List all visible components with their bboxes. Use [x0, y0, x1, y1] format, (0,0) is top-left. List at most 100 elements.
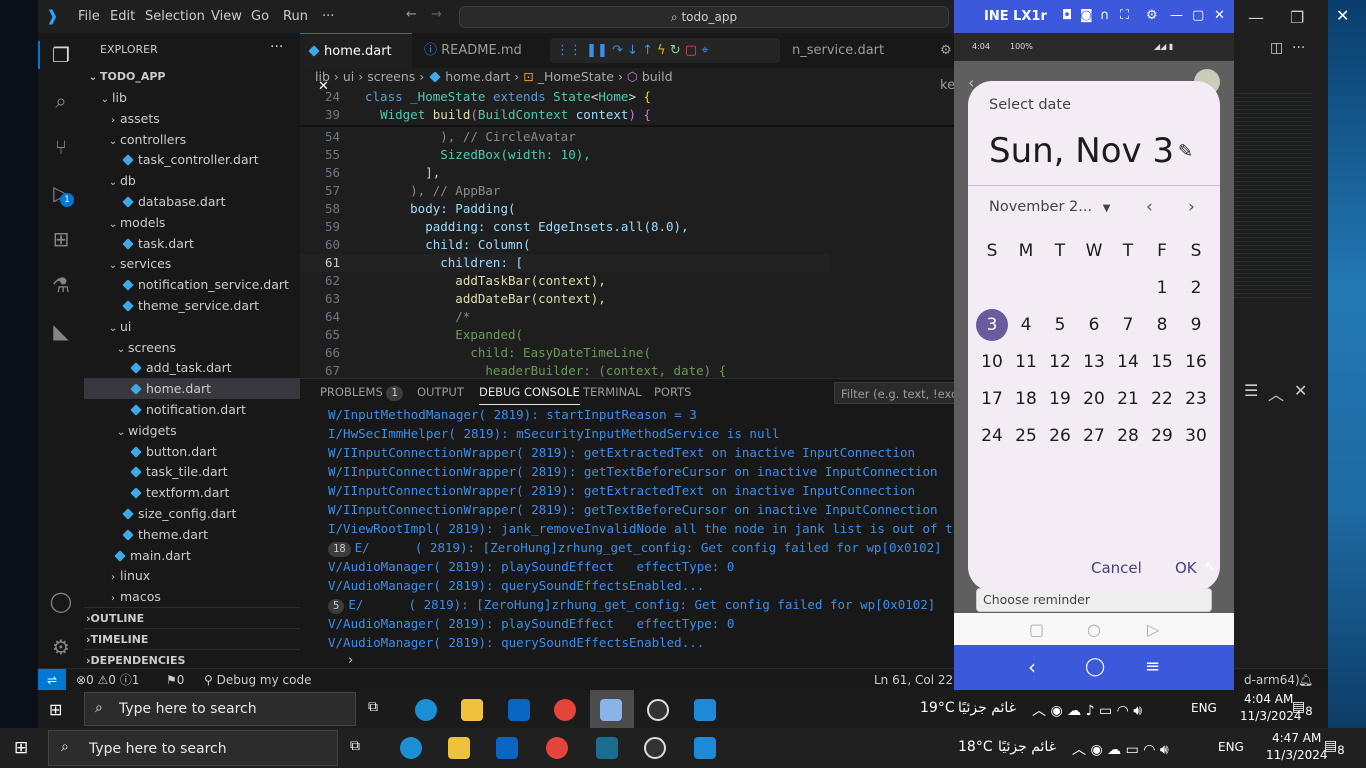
edit-pencil-icon[interactable]: ✎ — [1178, 141, 1193, 162]
clock-time[interactable]: 4:47 AM — [1272, 731, 1321, 745]
step-out-icon[interactable]: ↑ — [642, 43, 657, 58]
file-explorer-icon[interactable] — [461, 699, 483, 721]
crumb-file[interactable]: home.dart — [445, 69, 510, 84]
day-cell[interactable]: 4 — [1010, 309, 1042, 341]
menu-selection[interactable]: Selection — [145, 9, 205, 24]
ok-button[interactable]: OK — [1175, 559, 1197, 577]
window-minimize-icon[interactable]: — — [1248, 8, 1264, 27]
screenshot-icon[interactable]: ◙ — [1080, 8, 1093, 23]
crumb-lib[interactable]: lib — [315, 69, 330, 84]
folder-item[interactable]: ⌄ widgets — [84, 420, 300, 441]
camera-icon[interactable]: ◘ — [1062, 8, 1072, 23]
file-item[interactable]: task.dart — [84, 233, 300, 254]
day-cell[interactable]: 15 — [1146, 346, 1178, 378]
folder-item[interactable]: ⌄ services — [84, 253, 300, 274]
windows-start-icon[interactable]: ⊞ — [49, 700, 62, 719]
ports-status[interactable]: ⚑0 — [166, 669, 184, 690]
inner-weather[interactable]: غائم جزئيًا — [958, 700, 1016, 716]
fullscreen-icon[interactable]: ⛶ — [1120, 8, 1129, 23]
task-view-icon[interactable]: ⧉ — [368, 699, 378, 715]
emu-home-icon[interactable]: ◯ — [1085, 656, 1105, 677]
step-into-icon[interactable]: ↓ — [627, 43, 642, 58]
window-restore-icon[interactable]: ❐ — [1290, 8, 1304, 27]
file-item[interactable]: textform.dart — [84, 482, 300, 503]
day-cell[interactable]: 8 — [1146, 309, 1178, 341]
day-cell[interactable]: 2 — [1180, 272, 1212, 304]
folder-item[interactable]: ⌄ controllers — [84, 129, 300, 150]
panel-tab-ports[interactable]: PORTS — [654, 379, 691, 405]
day-cell[interactable]: 6 — [1078, 309, 1110, 341]
dependencies-section[interactable]: ›DEPENDENCIES — [84, 649, 300, 670]
windows-start-icon[interactable]: ⊞ — [14, 738, 28, 758]
edge-icon[interactable] — [400, 737, 422, 759]
recent-apps-icon[interactable]: ▢ — [1029, 620, 1044, 639]
cancel-button[interactable]: Cancel — [1091, 559, 1142, 577]
menu-file[interactable]: File — [78, 9, 100, 24]
back-arrow-icon[interactable]: ← — [406, 7, 417, 22]
outlook-icon[interactable] — [496, 737, 518, 759]
day-cell[interactable]: 24 — [976, 420, 1008, 452]
file-item[interactable]: button.dart — [84, 441, 300, 462]
day-cell[interactable]: 22 — [1146, 383, 1178, 415]
weather-text[interactable]: غائم جزئيًا — [998, 739, 1056, 755]
day-cell[interactable]: 12 — [1044, 346, 1076, 378]
settings-gear-icon[interactable]: ⚙ — [47, 633, 75, 661]
chrome-icon[interactable] — [554, 699, 576, 721]
timeline-section[interactable]: ›TIMELINE — [84, 628, 300, 649]
file-explorer-icon[interactable] — [448, 737, 470, 759]
home-circle-icon[interactable]: ○ — [1087, 620, 1101, 639]
panel-maximize-icon[interactable]: ︿ — [1268, 381, 1284, 405]
console-input-chevron-icon[interactable]: › — [348, 653, 353, 668]
day-cell[interactable]: 30 — [1180, 420, 1212, 452]
file-item[interactable]: theme_service.dart — [84, 295, 300, 316]
split-editor-icon[interactable]: ◫ — [1270, 40, 1283, 56]
explorer-root[interactable]: ⌄ TODO_APP — [84, 66, 300, 87]
day-cell[interactable]: 17 — [976, 383, 1008, 415]
folder-item[interactable]: › assets — [84, 108, 300, 129]
panel-tab-output[interactable]: OUTPUT — [417, 379, 464, 405]
vscode-icon[interactable] — [694, 737, 716, 759]
inner-notification-icon[interactable]: ▤8 — [1292, 699, 1313, 718]
inner-search-box[interactable]: ⌕ Type here to search — [84, 692, 356, 726]
folder-item[interactable]: ⌄ ui — [84, 316, 300, 337]
crumb-screens[interactable]: screens — [367, 69, 415, 84]
file-item[interactable]: notification.dart — [84, 399, 300, 420]
file-item[interactable]: main.dart — [84, 545, 300, 566]
file-item[interactable]: notification_service.dart — [84, 274, 300, 295]
editor-more-icon[interactable]: ··· — [1292, 40, 1305, 56]
problems-status[interactable]: ⊗0 ⚠0 ⓘ1 — [76, 669, 139, 690]
day-cell[interactable]: 29 — [1146, 420, 1178, 452]
maximize-icon[interactable]: ▢ — [1192, 8, 1204, 23]
drag-handle-icon[interactable]: ⋮⋮ — [556, 43, 586, 58]
panel-close-icon[interactable]: ✕ — [1294, 381, 1307, 400]
inner-temp[interactable]: 19°C — [920, 700, 955, 716]
day-cell[interactable]: 11 — [1010, 346, 1042, 378]
extensions-icon[interactable]: ⊞ — [47, 225, 75, 253]
task-view-icon[interactable]: ⧉ — [350, 738, 360, 754]
file-item[interactable]: add_task.dart — [84, 357, 300, 378]
menu-run[interactable]: Run — [283, 9, 308, 24]
tab-service[interactable]: n_service.dart — [782, 33, 894, 68]
folder-item[interactable]: ⌄ lib — [84, 87, 300, 108]
day-cell[interactable]: 26 — [1044, 420, 1076, 452]
day-cell[interactable]: 20 — [1078, 383, 1110, 415]
outlook-icon[interactable] — [508, 699, 530, 721]
menu-view[interactable]: View — [211, 9, 242, 24]
tab-readme[interactable]: ⓘ README.md — [414, 33, 532, 68]
bell-icon[interactable]: 🔔︎ — [1298, 669, 1313, 690]
day-cell[interactable]: 16 — [1180, 346, 1212, 378]
code-editor[interactable]: 24 class _HomeState extends State<Home> {… — [300, 86, 1000, 378]
day-cell[interactable]: 13 — [1078, 346, 1110, 378]
emu-back-icon[interactable]: ‹ — [1028, 655, 1036, 679]
close-icon[interactable]: ✕ — [1214, 8, 1225, 23]
clock-date[interactable]: 11/3/2024 — [1266, 748, 1328, 762]
restart-icon[interactable]: ↻ — [670, 43, 685, 58]
search-box[interactable]: ⌕ Type here to search — [48, 730, 338, 766]
app-store-icon[interactable] — [600, 699, 622, 721]
account-icon[interactable]: ◯ — [47, 587, 75, 615]
day-cell[interactable]: 9 — [1180, 309, 1212, 341]
crumb-class[interactable]: _HomeState — [538, 69, 614, 84]
outer-close-icon[interactable]: ✕ — [1336, 6, 1349, 25]
back-triangle-icon[interactable]: ▷ — [1147, 620, 1159, 639]
day-cell[interactable]: 7 — [1112, 309, 1144, 341]
